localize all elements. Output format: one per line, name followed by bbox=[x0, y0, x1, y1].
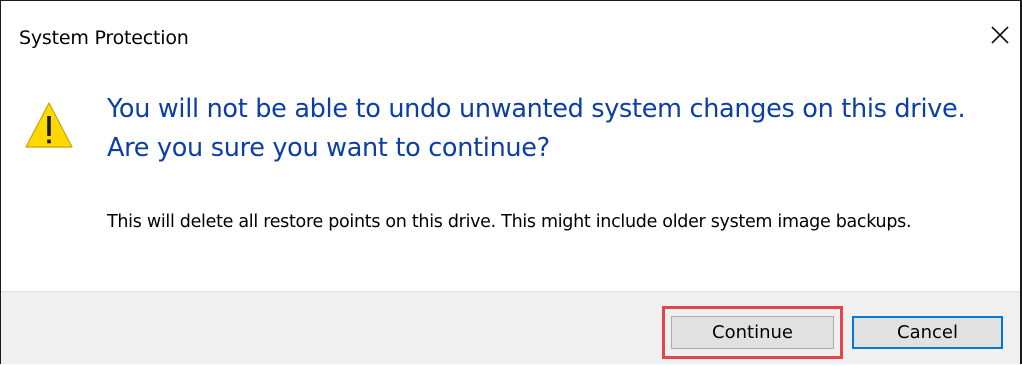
continue-button[interactable]: Continue bbox=[671, 316, 834, 349]
button-bar: Continue Cancel bbox=[1, 291, 1020, 364]
cancel-button[interactable]: Cancel bbox=[852, 316, 1003, 349]
close-icon bbox=[991, 26, 1009, 44]
title-bar[interactable]: System Protection bbox=[1, 1, 1020, 73]
main-instruction: You will not be able to undo unwanted sy… bbox=[107, 94, 966, 163]
warning-icon bbox=[25, 102, 73, 148]
system-protection-dialog: System Protection You will not be able t… bbox=[0, 0, 1022, 364]
dialog-title: System Protection bbox=[19, 27, 189, 49]
content-text: This will delete all restore points on t… bbox=[107, 212, 912, 232]
close-button[interactable] bbox=[980, 15, 1020, 55]
